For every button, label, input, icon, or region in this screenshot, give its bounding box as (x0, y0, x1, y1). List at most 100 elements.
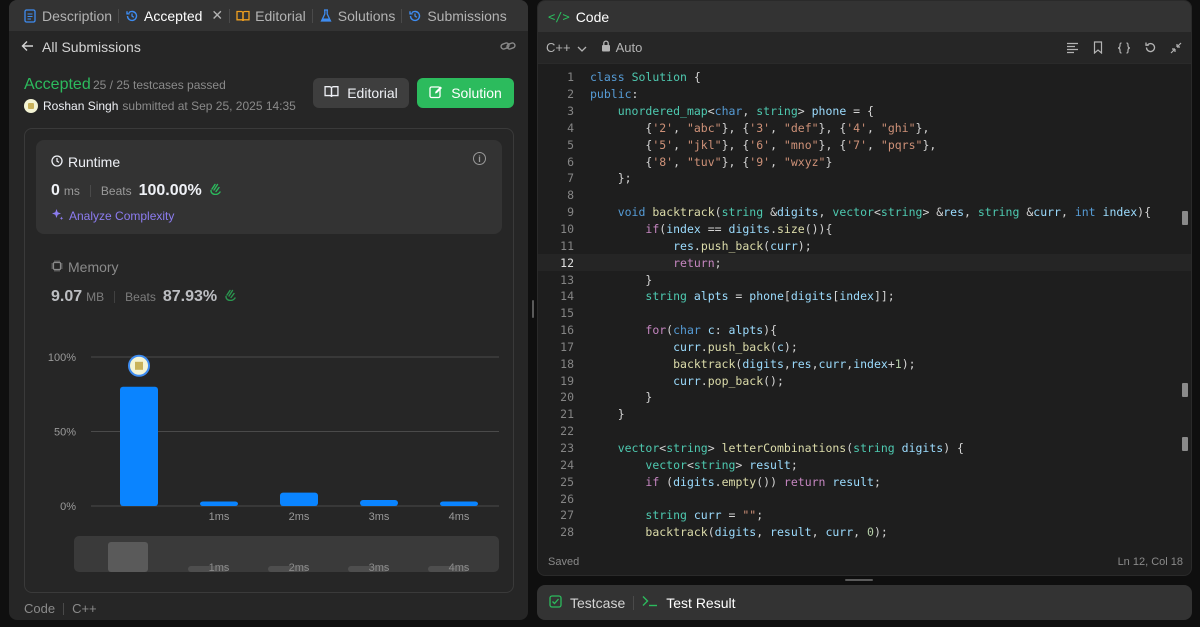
code-line[interactable]: 18 backtrack(digits,res,curr,index+1); (538, 355, 1191, 372)
editor-tools (1065, 41, 1191, 55)
code-text: void backtrack(string &digits, vector<st… (617, 205, 1152, 220)
share-link-icon[interactable] (500, 39, 516, 55)
tab-divider (633, 595, 635, 610)
runtime-value: 0 (51, 182, 60, 199)
code-line[interactable]: 28 backtrack(digits, result, curr, 0); (538, 524, 1191, 539)
horizontal-resize-handle[interactable] (845, 579, 873, 581)
arrow-left-icon[interactable] (21, 39, 34, 56)
tab-test-result[interactable]: Test Result (666, 595, 735, 611)
braces-icon[interactable] (1117, 41, 1131, 55)
code-line[interactable]: 23 vector<string> letterCombinations(str… (538, 440, 1191, 457)
code-line[interactable]: 16 for(char c: alpts){ (538, 322, 1191, 339)
code-line[interactable]: 1 class Solution { (538, 69, 1191, 86)
code-line[interactable]: 25 if (digits.empty()) return result; (538, 473, 1191, 490)
reset-icon[interactable] (1143, 41, 1157, 55)
runtime-metric: 0 ms Beats 100.00% (51, 182, 223, 200)
code-footer-lang: C++ (72, 601, 97, 616)
code-line[interactable]: 7 }; (538, 170, 1191, 187)
memory-title[interactable]: Memory (51, 259, 119, 275)
tab-editorial-label: Editorial (255, 7, 306, 24)
code-line[interactable]: 22 (538, 423, 1191, 440)
history-icon (408, 9, 422, 23)
editor-toolbar: C++ Auto (538, 32, 1191, 64)
cursor-position[interactable]: Ln 12, Col 18 (1118, 556, 1183, 568)
chart-bar (120, 386, 158, 506)
terminal-icon (642, 595, 658, 610)
code-text: } (590, 407, 625, 422)
avatar[interactable] (24, 99, 38, 113)
code-editor[interactable]: 1 class Solution {2 public: 3 unordered_map… (538, 69, 1191, 539)
clock-icon (51, 154, 63, 170)
memory-metric: 9.07 MB Beats 87.93% (51, 288, 238, 306)
code-line[interactable]: 14 string alpts = phone[digits[index]]; (538, 288, 1191, 305)
minimap-label: 1ms (209, 562, 230, 574)
code-line[interactable]: 4 {'2', "abc"}, {'3', "def"}, {'4', "ghi… (538, 120, 1191, 137)
scrollbar-marker (1182, 437, 1188, 451)
chart-bar (360, 500, 398, 506)
code-line[interactable]: 15 (538, 305, 1191, 322)
code-text: public: (590, 87, 639, 102)
language-select[interactable]: C++ (546, 40, 587, 55)
code-line[interactable]: 12 return; (538, 254, 1191, 271)
app-root: Description Accepted ✕ Editorial Solutio… (0, 0, 1200, 627)
code-line[interactable]: 2 public: (538, 86, 1191, 103)
line-number: 5 (567, 137, 574, 152)
code-line[interactable]: 20 } (538, 389, 1191, 406)
close-icon[interactable]: ✕ (211, 7, 223, 24)
code-line[interactable]: 11 res.push_back(curr); (538, 237, 1191, 254)
solution-button[interactable]: Solution (417, 78, 514, 108)
editorial-button[interactable]: Editorial (313, 78, 409, 108)
code-line[interactable]: 27 string curr = ""; (538, 507, 1191, 524)
code-line[interactable]: 13 } (538, 271, 1191, 288)
line-number: 22 (560, 424, 574, 439)
tab-submissions-label: Submissions (427, 7, 507, 24)
line-number: 14 (560, 289, 574, 304)
tab-editorial[interactable]: Editorial (230, 0, 312, 31)
code-line[interactable]: 5 {'5', "jkl"}, {'6', "mno"}, {'7', "pqr… (538, 136, 1191, 153)
tab-accepted-label: Accepted (144, 7, 203, 24)
editorial-button-label: Editorial (347, 85, 398, 101)
solution-button-label: Solution (451, 85, 502, 101)
format-lines-icon[interactable] (1065, 41, 1079, 55)
language-select-label: C++ (546, 40, 571, 55)
testcases-passed: 25 / 25 testcases passed (93, 78, 226, 92)
all-submissions-link[interactable]: All Submissions (42, 39, 141, 55)
y-tick-label: 0% (60, 501, 76, 513)
left-tab-bar: Description Accepted ✕ Editorial Solutio… (9, 0, 528, 31)
tab-description[interactable]: Description (17, 0, 118, 31)
collapse-icon[interactable] (1169, 41, 1183, 55)
info-icon[interactable]: i (473, 152, 486, 165)
analyze-complexity-link[interactable]: Analyze Complexity (51, 208, 174, 224)
code-line[interactable]: 8 (538, 187, 1191, 204)
code-line[interactable]: 6 {'8', "tuv"}, {'9', "wxyz"} (538, 153, 1191, 170)
tab-accepted[interactable]: Accepted ✕ (119, 0, 229, 31)
code-line[interactable]: 24 vector<string> result; (538, 456, 1191, 473)
tab-submissions[interactable]: Submissions (402, 0, 512, 31)
flask-icon (319, 8, 333, 23)
edit-icon (429, 85, 443, 102)
code-line[interactable]: 26 (538, 490, 1191, 507)
vertical-resize-handle[interactable] (532, 300, 534, 318)
runtime-card[interactable]: Runtime i 0 ms Beats 100.00% Analyze Com… (36, 140, 502, 234)
tab-description-label: Description (42, 7, 113, 24)
minimap-label: 4ms (449, 562, 470, 574)
code-text: string curr = ""; (645, 508, 764, 523)
code-line[interactable]: 21 } (538, 406, 1191, 423)
tab-solutions[interactable]: Solutions (313, 0, 402, 31)
tab-testcase[interactable]: Testcase (570, 595, 625, 611)
tab-solutions-label: Solutions (337, 7, 396, 24)
memory-beats: 87.93% (162, 288, 218, 305)
code-line[interactable]: 10 if(index == digits.size()){ (538, 221, 1191, 238)
line-number: 1 (567, 70, 574, 85)
code-line[interactable]: 19 curr.pop_back(); (538, 372, 1191, 389)
code-line[interactable]: 3 unordered_map<char, string> phone = { (538, 103, 1191, 120)
chart-bar (200, 501, 238, 506)
auto-mode[interactable]: Auto (601, 40, 642, 55)
avatar-glyph (135, 361, 143, 370)
submitter-name[interactable]: Roshan Singh (43, 99, 118, 113)
line-number: 8 (567, 188, 574, 203)
code-line[interactable]: 17 curr.push_back(c); (538, 339, 1191, 356)
code-line[interactable]: 9 void backtrack(string &digits, vector<… (538, 204, 1191, 221)
bookmark-icon[interactable] (1091, 41, 1105, 55)
code-icon: </> (548, 9, 570, 24)
